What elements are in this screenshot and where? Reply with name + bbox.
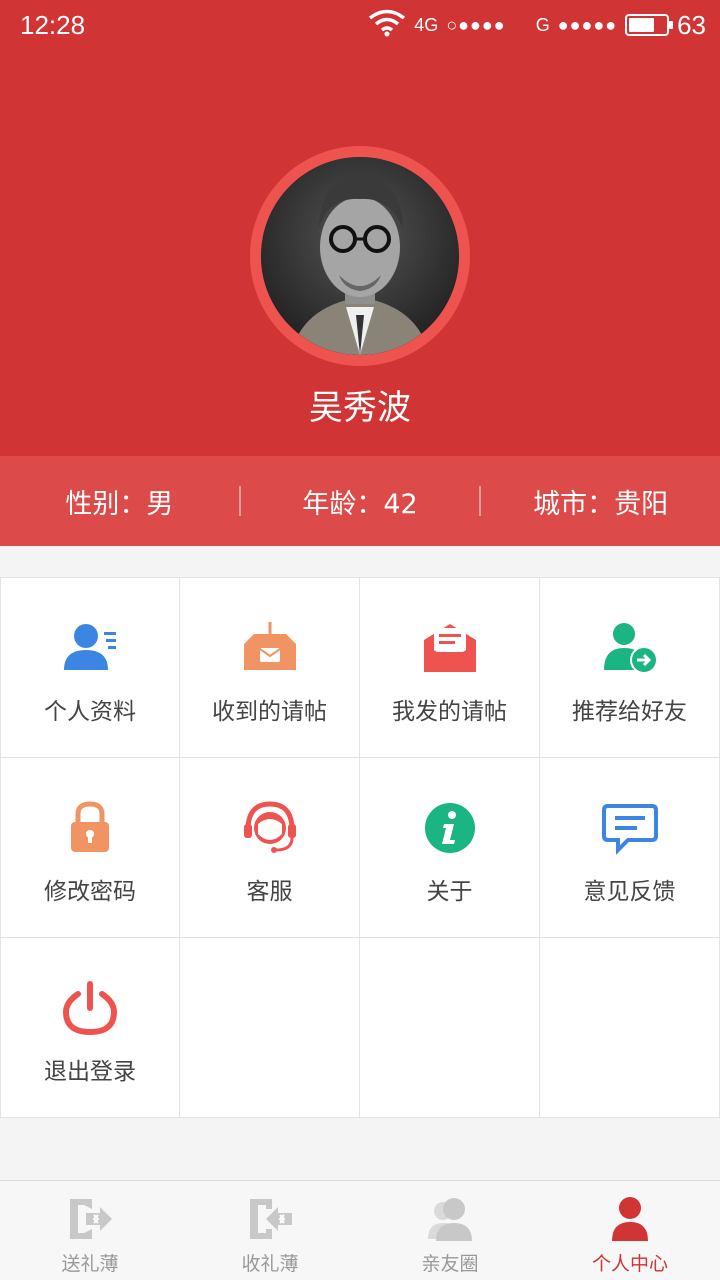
- avatar-ring[interactable]: [250, 146, 470, 366]
- menu-grid: 个人资料 收到的请帖 我发的请帖 推荐给好友 修改密码 客服 关于 意见反馈 退…: [0, 577, 720, 1118]
- menu-item-sent-invites[interactable]: 我发的请帖: [360, 578, 540, 758]
- menu-item-received-invites[interactable]: 收到的请帖: [180, 578, 360, 758]
- user-name: 吴秀波: [309, 388, 411, 428]
- gender-info: 性别：男: [65, 488, 174, 520]
- menu-item-label: 客服: [246, 879, 293, 905]
- profile-header: 12:28 4G ○●●●● G ●●●●● 63 吴秀波: [0, 0, 720, 456]
- menu-item-label: 推荐给好友: [572, 699, 687, 725]
- status-bar: 12:28 4G ○●●●● G ●●●●● 63: [0, 0, 720, 50]
- tab-label: 送礼薄: [61, 1253, 119, 1275]
- menu-item-feedback[interactable]: 意见反馈: [540, 758, 720, 938]
- signal-strength-2: ●●●●●: [557, 14, 618, 35]
- menu-item-customer-service[interactable]: 客服: [180, 758, 360, 938]
- friends-circle-icon: [426, 1195, 474, 1243]
- status-indicators: 4G ○●●●● G ●●●●● 63: [368, 9, 706, 42]
- wifi-icon: [368, 9, 406, 42]
- menu-item-label: 个人资料: [44, 699, 136, 725]
- age-info: 年龄：42: [302, 488, 418, 520]
- tab-label: 亲友圈: [421, 1253, 479, 1275]
- status-time: 12:28: [20, 9, 86, 40]
- bottom-tab-bar: 送礼薄 收礼薄 亲友圈 个人中心: [0, 1180, 720, 1280]
- empty-cell: [360, 938, 540, 1118]
- customer-service-icon: [242, 800, 298, 856]
- tab-friends-circle[interactable]: 亲友圈: [360, 1181, 540, 1280]
- tab-personal-center[interactable]: 个人中心: [540, 1181, 720, 1280]
- tab-label: 个人中心: [591, 1253, 668, 1275]
- tab-label: 收礼薄: [241, 1253, 299, 1275]
- personal-center-icon: [606, 1195, 654, 1243]
- city-info: 城市：贵阳: [533, 488, 669, 520]
- sent-invite-icon: [422, 620, 478, 676]
- profile-info-bar: 性别：男 年龄：42 城市：贵阳: [0, 456, 720, 546]
- menu-item-label: 意见反馈: [583, 879, 676, 905]
- empty-cell: [540, 938, 720, 1118]
- menu-item-recommend[interactable]: 推荐给好友: [540, 578, 720, 758]
- menu-item-change-password[interactable]: 修改密码: [0, 758, 180, 938]
- feedback-icon: [601, 800, 658, 856]
- battery-icon: [625, 14, 674, 36]
- info-icon: [422, 800, 478, 856]
- menu-item-profile[interactable]: 个人资料: [0, 578, 180, 758]
- menu-item-label: 退出登录: [44, 1059, 136, 1085]
- menu-item-about[interactable]: 关于: [360, 758, 540, 938]
- network-label-1: 4G: [414, 14, 439, 35]
- menu-item-logout[interactable]: 退出登录: [0, 938, 180, 1118]
- menu-item-label: 修改密码: [44, 879, 136, 905]
- avatar: [261, 157, 459, 355]
- menu-item-label: 关于: [426, 879, 473, 905]
- menu-item-label: 收到的请帖: [212, 699, 327, 725]
- signal-strength-1: ○●●●●: [446, 14, 506, 35]
- inbox-invite-icon: [242, 620, 298, 676]
- lock-icon: [62, 800, 118, 856]
- tab-receive-gift[interactable]: 收礼薄: [180, 1181, 360, 1280]
- battery-level: 63: [677, 9, 706, 40]
- network-label-2: G: [535, 14, 550, 35]
- tab-send-gift[interactable]: 送礼薄: [0, 1181, 180, 1280]
- recommend-friend-icon: [602, 620, 658, 676]
- receive-gift-icon: [246, 1195, 294, 1243]
- power-icon: [62, 980, 118, 1036]
- user-profile-icon: [62, 620, 118, 676]
- send-gift-icon: [66, 1195, 114, 1243]
- empty-cell: [180, 938, 360, 1118]
- menu-item-label: 我发的请帖: [392, 699, 507, 725]
